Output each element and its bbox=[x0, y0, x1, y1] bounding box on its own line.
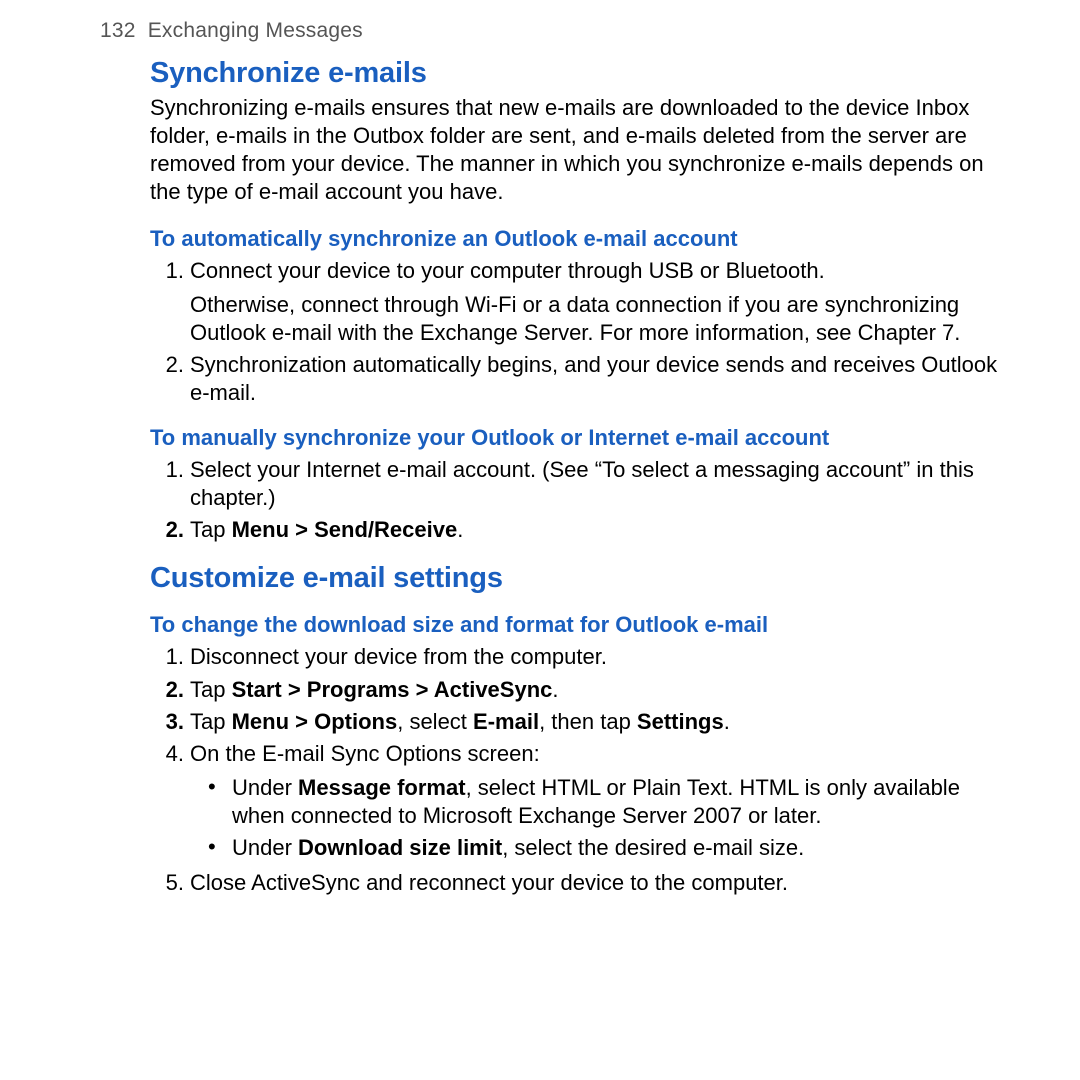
bullet-item: Under Download size limit, select the de… bbox=[202, 832, 1000, 864]
step: 4. On the E-mail Sync Options screen: Un… bbox=[150, 738, 1000, 867]
step-text: Tap Start > Programs > ActiveSync. bbox=[190, 677, 559, 702]
step-number: 4. bbox=[150, 740, 184, 768]
step-text: Select your Internet e-mail account. (Se… bbox=[190, 457, 974, 510]
running-header: 132 Exchanging Messages bbox=[100, 18, 1000, 45]
heading-synchronize-emails: Synchronize e-mails bbox=[150, 55, 1000, 92]
sub-bullet-list: Under Message format, select HTML or Pla… bbox=[202, 772, 1000, 864]
step-number: 5. bbox=[150, 869, 184, 897]
step-number: 2. bbox=[150, 516, 184, 544]
step-text: On the E-mail Sync Options screen: bbox=[190, 741, 540, 766]
step: 3. Tap Menu > Options, select E-mail, th… bbox=[150, 706, 1000, 738]
step-number: 2. bbox=[150, 351, 184, 379]
step-text: Connect your device to your computer thr… bbox=[190, 258, 825, 283]
step-number: 1. bbox=[150, 643, 184, 671]
chapter-title: Exchanging Messages bbox=[148, 19, 363, 42]
step-text: Tap Menu > Options, select E-mail, then … bbox=[190, 709, 730, 734]
steps-download-size: 1. Disconnect your device from the compu… bbox=[150, 641, 1000, 898]
steps-manual-sync: 1. Select your Internet e-mail account. … bbox=[150, 454, 1000, 546]
steps-auto-sync: 1. Connect your device to your computer … bbox=[150, 255, 1000, 410]
step: 1. Connect your device to your computer … bbox=[150, 255, 1000, 349]
intro-paragraph: Synchronizing e-mails ensures that new e… bbox=[150, 94, 1000, 207]
step-text: Synchronization automatically begins, an… bbox=[190, 352, 997, 405]
manual-page: 132 Exchanging Messages Synchronize e-ma… bbox=[0, 0, 1080, 899]
step-text: Disconnect your device from the computer… bbox=[190, 644, 607, 669]
heading-customize-email-settings: Customize e-mail settings bbox=[150, 560, 1000, 597]
step: 1. Select your Internet e-mail account. … bbox=[150, 454, 1000, 514]
step-continuation: Otherwise, connect through Wi-Fi or a da… bbox=[190, 291, 1000, 347]
subheading-download-size-format: To change the download size and format f… bbox=[150, 611, 1000, 639]
step: 2. Synchronization automatically begins,… bbox=[150, 349, 1000, 409]
step-text: Tap Menu > Send/Receive. bbox=[190, 517, 463, 542]
step: 2. Tap Start > Programs > ActiveSync. bbox=[150, 674, 1000, 706]
subheading-manual-sync: To manually synchronize your Outlook or … bbox=[150, 424, 1000, 452]
step-text: Close ActiveSync and reconnect your devi… bbox=[190, 870, 788, 895]
step: 5. Close ActiveSync and reconnect your d… bbox=[150, 867, 1000, 899]
step: 1. Disconnect your device from the compu… bbox=[150, 641, 1000, 673]
step-number: 3. bbox=[150, 708, 184, 736]
step-number: 1. bbox=[150, 456, 184, 484]
step: 2. Tap Menu > Send/Receive. bbox=[150, 514, 1000, 546]
step-number: 2. bbox=[150, 676, 184, 704]
bullet-item: Under Message format, select HTML or Pla… bbox=[202, 772, 1000, 832]
subheading-auto-sync: To automatically synchronize an Outlook … bbox=[150, 225, 1000, 253]
step-number: 1. bbox=[150, 257, 184, 285]
page-number: 132 bbox=[100, 19, 136, 42]
